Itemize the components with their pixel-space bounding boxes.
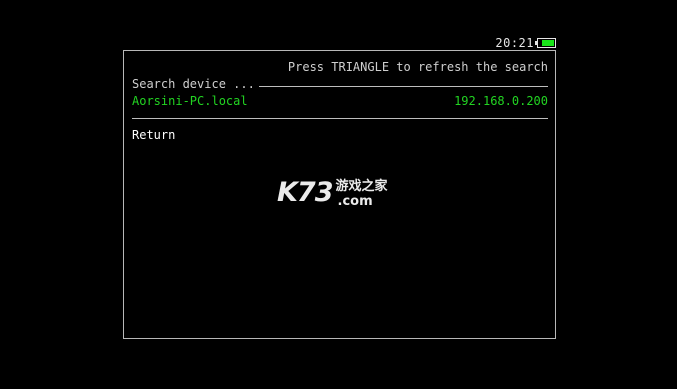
battery-icon (535, 38, 556, 48)
device-list-item[interactable]: Aorsini-PC.local 192.168.0.200 (132, 94, 548, 108)
watermark-text: 游戏之家 .com (336, 179, 388, 209)
refresh-hint: Press TRIANGLE to refresh the search (287, 60, 548, 74)
battery-fill (542, 40, 554, 46)
status-bar: 20:21 (495, 35, 556, 51)
battery-tip (535, 41, 537, 45)
watermark-mark: K73 (277, 177, 333, 208)
device-ip: 192.168.0.200 (454, 94, 548, 108)
watermark-chinese: 游戏之家 (335, 179, 388, 194)
watermark-domain: .com (337, 194, 373, 209)
search-status-row: Search device ... (132, 77, 548, 91)
search-divider (258, 86, 548, 87)
device-name: Aorsini-PC.local (132, 94, 248, 108)
watermark-logo: K73 游戏之家 .com (277, 177, 388, 210)
return-button[interactable]: Return (132, 128, 175, 142)
search-status-label: Search device ... (132, 77, 255, 91)
section-divider (132, 118, 548, 119)
clock: 20:21 (495, 36, 534, 50)
